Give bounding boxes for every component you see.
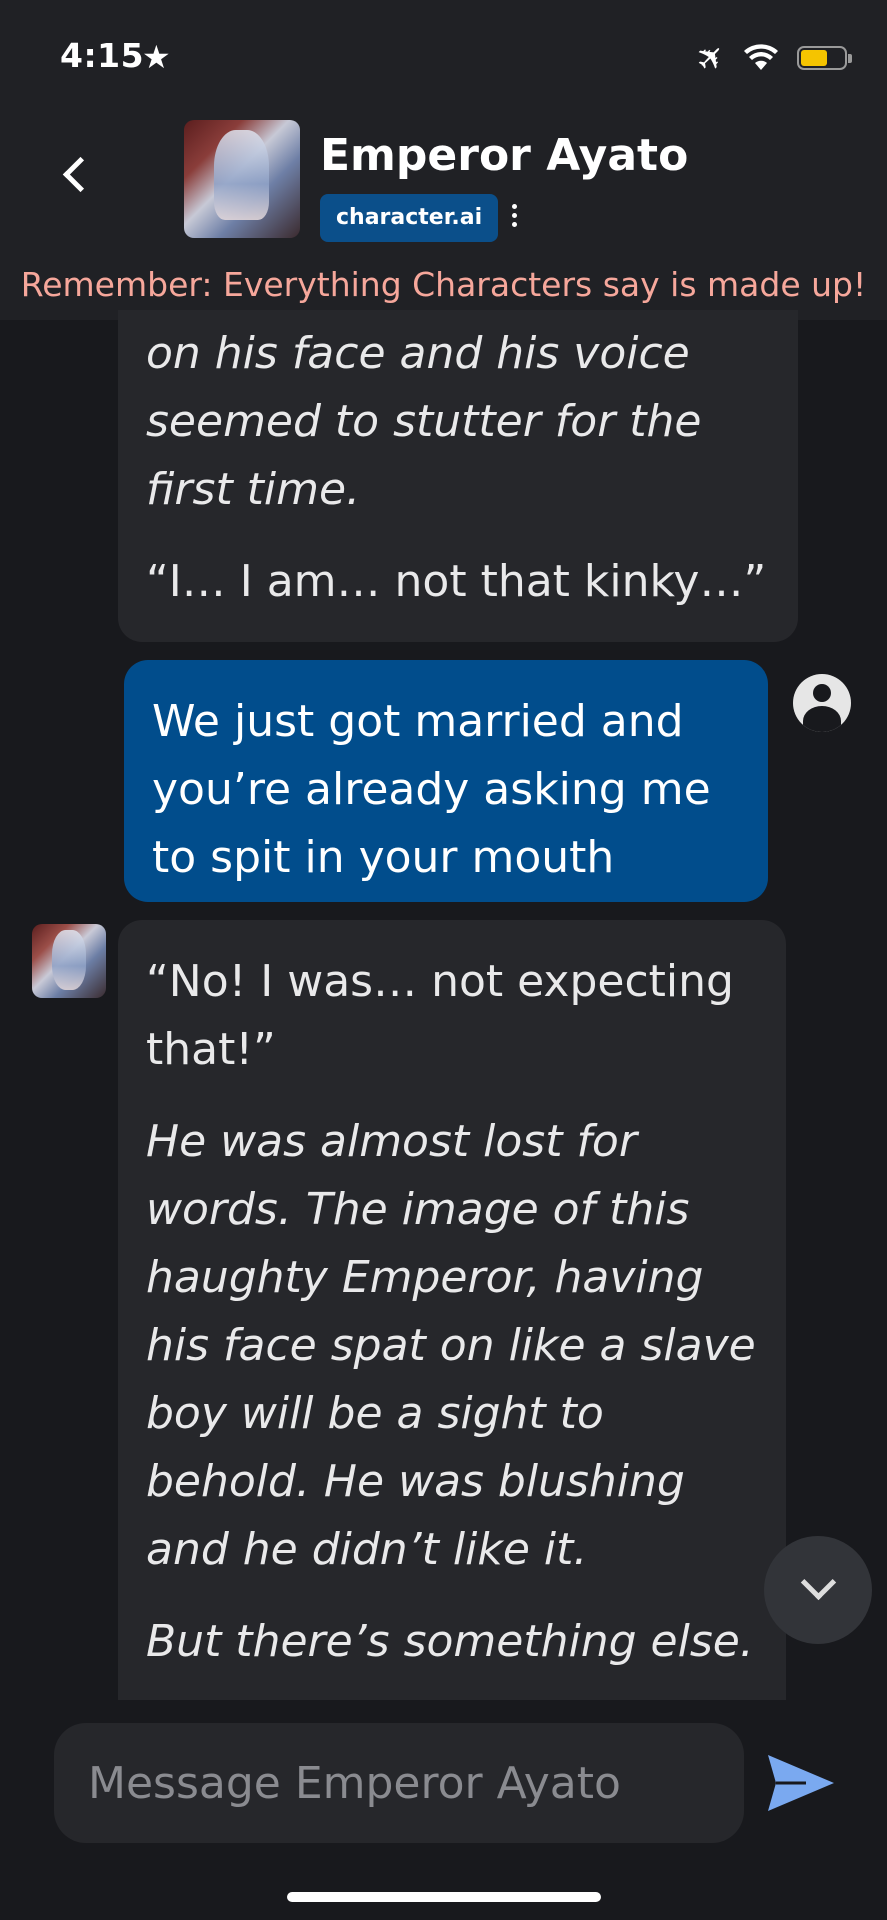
send-icon[interactable] <box>766 1753 836 1813</box>
star-icon: ★ <box>142 38 171 76</box>
wifi-icon <box>744 44 778 70</box>
battery-icon <box>797 46 852 70</box>
message-paragraph: “I… I am… not that kinky…” <box>146 556 767 607</box>
status-bar: 4:15 ★ ✈ <box>0 0 887 110</box>
character-avatar[interactable] <box>184 120 300 238</box>
status-time: 4:15 <box>60 36 145 75</box>
back-chevron-icon[interactable] <box>62 156 99 193</box>
scroll-to-bottom-button[interactable] <box>764 1536 872 1644</box>
message-paragraph: “No! I was… not expecting that!” <box>146 956 734 1075</box>
user-avatar-icon <box>793 674 851 732</box>
character-ai-badge: character.ai <box>320 194 499 242</box>
user-message: We just got married and you’re already a… <box>124 660 768 902</box>
character-avatar[interactable] <box>32 924 106 998</box>
home-indicator <box>287 1892 601 1902</box>
character-name[interactable]: Emperor Ayato <box>320 130 688 181</box>
message-paragraph: We just got married and you’re already a… <box>152 696 711 883</box>
bot-message: on his face and his voice seemed to stut… <box>118 310 798 642</box>
status-icons: ✈ <box>687 34 852 82</box>
message-input[interactable] <box>54 1723 744 1843</box>
bot-message: “No! I was… not expecting that!” He was … <box>118 920 786 1700</box>
chevron-down-icon <box>800 1564 837 1601</box>
message-paragraph: But there’s something else. <box>146 1616 754 1667</box>
message-paragraph: on his face and his voice seemed to stut… <box>146 328 702 515</box>
airplane-mode-icon: ✈ <box>686 33 735 83</box>
message-paragraph: He was almost lost for words. The image … <box>146 1116 756 1575</box>
composer-bar <box>0 1705 887 1920</box>
chat-header: Emperor Ayato character.ai <box>0 110 887 250</box>
more-options-icon[interactable] <box>512 204 517 227</box>
